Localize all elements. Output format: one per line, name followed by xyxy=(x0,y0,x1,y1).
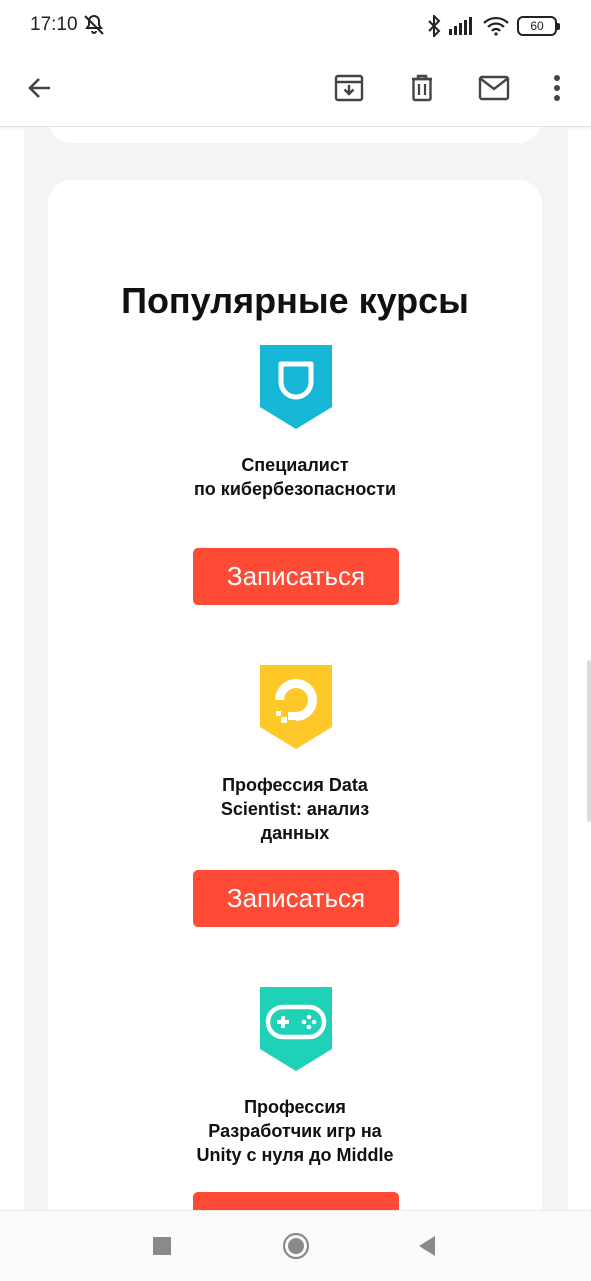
status-time: 17:10 xyxy=(30,14,78,35)
digitalocean-logo-icon xyxy=(260,665,332,749)
previous-card xyxy=(48,127,542,143)
more-options-button[interactable] xyxy=(533,64,581,112)
gamepad-icon xyxy=(260,987,332,1071)
system-nav-bar xyxy=(0,1210,591,1281)
back-nav-button[interactable] xyxy=(404,1223,450,1269)
delete-button[interactable] xyxy=(398,64,446,112)
recents-square-icon xyxy=(153,1237,171,1255)
back-button[interactable] xyxy=(16,64,64,112)
mark-unread-button[interactable] xyxy=(470,64,518,112)
course-name: Специалист по кибербезопасности xyxy=(193,455,397,499)
wifi-icon xyxy=(483,16,509,36)
mark-unread-icon xyxy=(478,75,510,101)
recents-button[interactable] xyxy=(139,1223,185,1269)
battery-icon: 60 xyxy=(517,16,560,36)
enroll-button[interactable]: Записаться xyxy=(193,1192,399,1210)
mute-icon xyxy=(84,14,104,35)
status-bar: 17:10 60 xyxy=(0,0,591,52)
scrollbar[interactable] xyxy=(587,660,591,822)
delete-icon xyxy=(412,74,432,102)
course-name: Профессия Разработчик игр на Unity с нул… xyxy=(196,1097,394,1165)
signal-icon xyxy=(449,17,472,35)
home-circle-icon xyxy=(282,1232,310,1260)
bluetooth-icon xyxy=(428,15,441,37)
email-body[interactable]: Популярные курсы Специалист по кибербезо… xyxy=(0,127,591,1210)
archive-icon xyxy=(334,74,364,102)
mail-toolbar xyxy=(0,52,591,127)
more-vert-icon xyxy=(554,75,560,101)
popular-courses-card: Популярные курсы Специалист по кибербезо… xyxy=(48,180,542,1210)
course-name: Профессия Data Scientist: анализ данных xyxy=(220,775,370,843)
home-button[interactable] xyxy=(273,1223,319,1269)
section-title: Популярные курсы xyxy=(121,280,469,321)
back-triangle-icon xyxy=(419,1236,435,1256)
archive-button[interactable] xyxy=(325,64,373,112)
back-arrow-icon xyxy=(28,78,50,98)
enroll-button[interactable]: Записаться xyxy=(193,870,399,927)
shield-icon xyxy=(260,345,332,429)
enroll-button[interactable]: Записаться xyxy=(193,548,399,605)
